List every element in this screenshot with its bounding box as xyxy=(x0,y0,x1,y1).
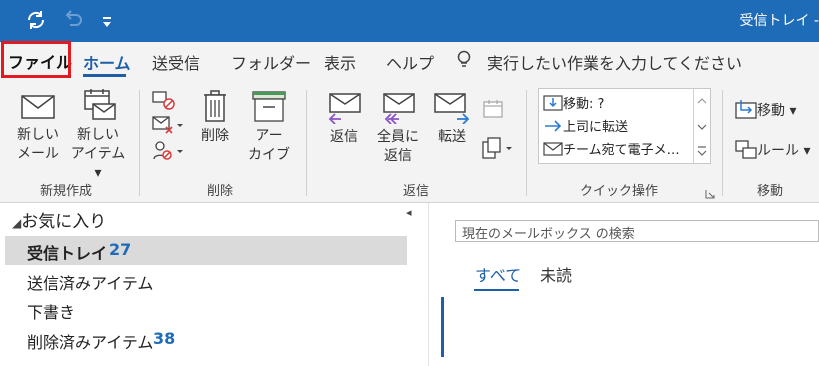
folder-deleted-items[interactable]: 削除済みアイテム 38 xyxy=(5,325,407,354)
move-icon xyxy=(735,98,757,124)
selected-message-marker xyxy=(441,297,444,357)
forward-button[interactable]: 転送 xyxy=(430,92,474,147)
lightbulb-icon[interactable] xyxy=(456,50,472,74)
folder-name: 削除済みアイテム xyxy=(27,333,154,352)
unread-count: 27 xyxy=(109,240,132,259)
quick-step-move[interactable]: 移動: ? xyxy=(543,93,604,116)
quick-step-team-email[interactable]: チーム宛て電子メ… xyxy=(543,139,680,162)
folder-sent-items[interactable]: 送信済みアイテム xyxy=(5,266,407,295)
new-items-line2: アイテム ▾ xyxy=(70,146,126,181)
delete-label: 削除 xyxy=(201,128,229,144)
quick-step-forward-manager[interactable]: 上司に転送 xyxy=(543,116,628,139)
move-label: 移動 ▾ xyxy=(757,103,797,119)
favorites-header[interactable]: ◢お気に入り xyxy=(12,207,106,232)
tab-home[interactable]: ホーム xyxy=(83,50,131,74)
envelope-icon xyxy=(21,95,55,119)
quick-step-move-label: 移動: ? xyxy=(563,97,605,112)
junk-icon[interactable] xyxy=(152,140,184,166)
archive-icon xyxy=(252,91,286,122)
more-respond-icon[interactable] xyxy=(482,136,514,164)
group-label-quick-steps: クイック操作 xyxy=(580,184,659,199)
group-label-move: 移動 xyxy=(757,184,784,199)
item-count: 38 xyxy=(153,329,176,348)
new-items-button[interactable]: 新しい アイテム ▾ xyxy=(66,88,130,183)
reply-button[interactable]: 返信 xyxy=(322,92,366,147)
filter-all[interactable]: すべて xyxy=(475,262,521,286)
quick-step-forward-label: 上司に転送 xyxy=(563,120,629,135)
clean-up-icon[interactable] xyxy=(152,114,184,140)
customize-qat-icon[interactable] xyxy=(102,13,112,32)
meeting-icon xyxy=(482,98,504,124)
dialog-launcher-icon[interactable] xyxy=(705,184,715,203)
folder-drafts[interactable]: 下書き xyxy=(5,295,407,324)
folder-name: 受信トレイ xyxy=(27,244,108,263)
tab-folder[interactable]: フォルダー xyxy=(231,50,311,74)
reply-label: 返信 xyxy=(330,129,358,145)
reply-all-line2: 返信 xyxy=(384,148,412,164)
undo-icon[interactable] xyxy=(62,8,84,34)
window-title: 受信トレイ - xyxy=(739,13,819,29)
new-email-button[interactable]: 新しい メール xyxy=(12,92,64,164)
search-placeholder: 現在のメールボックス の検索 xyxy=(462,227,635,242)
group-label-delete: 削除 xyxy=(207,184,234,199)
folder-name: 下書き xyxy=(27,303,76,322)
group-label-respond: 返信 xyxy=(403,184,430,199)
favorites-label: お気に入り xyxy=(21,212,107,232)
new-email-line1: 新しい xyxy=(17,127,59,143)
group-separator xyxy=(306,90,307,196)
delete-button[interactable]: 削除 xyxy=(195,89,235,146)
sync-icon[interactable] xyxy=(24,8,48,36)
reply-all-button[interactable]: 全員に 返信 xyxy=(374,92,422,166)
quick-steps-scrollbar[interactable] xyxy=(693,89,710,163)
new-items-line1: 新しい xyxy=(77,127,119,143)
new-items-icon xyxy=(84,89,116,120)
forward-icon xyxy=(434,93,470,124)
expand-triangle-icon: ◢ xyxy=(12,216,22,230)
folder-inbox[interactable]: 受信トレイ 27 xyxy=(5,236,407,265)
file-tab-highlight xyxy=(1,41,71,78)
title-bar: 受信トレイ - xyxy=(0,0,819,42)
new-email-line2: メール xyxy=(17,146,59,162)
rules-label: ルール ▾ xyxy=(757,143,811,159)
reply-all-icon xyxy=(383,93,415,124)
envelope-icon xyxy=(543,140,563,162)
group-separator xyxy=(526,90,527,196)
tab-view[interactable]: 表示 xyxy=(324,50,356,74)
tab-send-receive[interactable]: 送受信 xyxy=(152,50,200,74)
reply-icon xyxy=(328,93,361,124)
archive-line2: カイブ xyxy=(248,147,290,163)
group-separator xyxy=(139,90,140,196)
reply-all-line1: 全員に xyxy=(377,129,419,145)
rules-button[interactable]: ルール ▾ xyxy=(735,138,810,164)
archive-button[interactable]: アー カイブ xyxy=(246,89,292,165)
quick-step-team-label: チーム宛て電子メ… xyxy=(563,143,680,158)
arrow-right-icon xyxy=(543,117,563,139)
tab-help[interactable]: ヘルプ xyxy=(386,50,434,74)
collapse-pane-icon[interactable]: ◂ xyxy=(406,206,412,219)
folder-name: 送信済みアイテム xyxy=(27,274,154,293)
move-to-icon xyxy=(543,94,563,116)
quick-steps-gallery[interactable]: 移動: ? 上司に転送 チーム宛て電子メ… xyxy=(538,88,711,164)
filter-unread[interactable]: 未読 xyxy=(540,262,572,286)
tell-me-box[interactable]: 実行したい作業を入力してください xyxy=(487,50,742,74)
forward-label: 転送 xyxy=(438,129,466,145)
ignore-icon[interactable] xyxy=(152,89,176,115)
group-label-new: 新規作成 xyxy=(40,184,93,199)
move-button[interactable]: 移動 ▾ xyxy=(735,98,796,124)
pane-divider[interactable] xyxy=(428,203,429,366)
active-tab-indicator xyxy=(83,74,126,77)
group-separator xyxy=(722,90,723,196)
archive-line1: アー xyxy=(255,128,283,144)
trash-icon xyxy=(204,90,226,122)
search-input[interactable]: 現在のメールボックス の検索 xyxy=(455,220,819,242)
rules-icon xyxy=(735,138,757,164)
active-filter-indicator xyxy=(474,289,519,291)
